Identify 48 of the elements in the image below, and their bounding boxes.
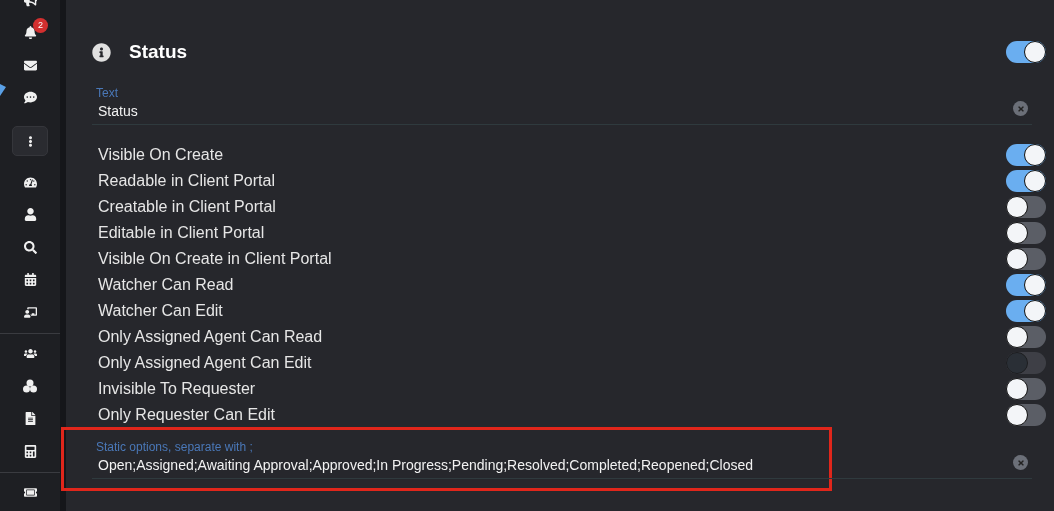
calculator-icon[interactable] (23, 444, 37, 458)
option-label: Only Assigned Agent Can Read (98, 328, 324, 346)
option-label: Only Requester Can Edit (98, 406, 276, 424)
toggle-switch[interactable] (1006, 196, 1046, 218)
option-label: Invisible To Requester (98, 380, 257, 398)
toggle-switch[interactable] (1006, 144, 1046, 166)
clear-icon[interactable] (1013, 455, 1028, 470)
field-value: Status (98, 103, 139, 119)
field-label: Text (96, 86, 119, 100)
pointer-icon (0, 84, 6, 96)
search-icon[interactable] (23, 240, 37, 254)
clear-icon[interactable] (1013, 101, 1028, 116)
option-label: Creatable in Client Portal (98, 198, 277, 216)
toggle-switch[interactable] (1006, 326, 1046, 348)
toggle-switch[interactable] (1006, 378, 1046, 400)
option-label: Readable in Client Portal (98, 172, 276, 190)
gauge-icon[interactable] (23, 175, 37, 189)
bell-icon[interactable] (23, 26, 37, 40)
circles-icon[interactable] (23, 379, 37, 394)
file-icon[interactable] (23, 412, 37, 426)
text-field[interactable]: Text Status (92, 86, 1032, 125)
notification-badge: 2 (33, 17, 48, 33)
static-options-field[interactable]: Static options, separate with ; Open;Assigned;Awaiting Approval;Approved;In Progress;Pending;Resolved;Completed;Reopened;Closed (92, 440, 1032, 479)
toggle-switch[interactable] (1006, 300, 1046, 322)
option-label: Watcher Can Read (98, 276, 235, 294)
ticket-icon[interactable] (23, 486, 37, 500)
section-title: Status (129, 41, 189, 63)
toggle-switch[interactable] (1006, 274, 1046, 296)
toggle-switch[interactable] (1006, 170, 1046, 192)
users-icon[interactable] (23, 347, 37, 361)
toggle-switch[interactable] (1006, 404, 1046, 426)
option-label: Watcher Can Edit (98, 302, 224, 320)
teacher-icon[interactable] (23, 305, 37, 319)
info-icon (92, 42, 111, 62)
toggle-switch[interactable] (1006, 41, 1046, 63)
option-label: Visible On Create in Client Portal (98, 250, 333, 268)
envelope-icon[interactable] (23, 58, 37, 72)
more-button[interactable] (12, 126, 48, 156)
option-label: Visible On Create (98, 146, 225, 164)
option-label: Editable in Client Portal (98, 224, 266, 242)
field-value: Open;Assigned;Awaiting Approval;Approved;In Progress;Pending;Resolved;Completed;Reopened;Closed (98, 457, 755, 473)
toggle-switch[interactable] (1006, 248, 1046, 270)
toggle-switch[interactable] (1006, 222, 1046, 244)
option-label: Only Assigned Agent Can Edit (98, 354, 313, 372)
user-icon[interactable] (23, 208, 37, 222)
field-label: Static options, separate with ; (96, 440, 254, 454)
comment-icon[interactable] (23, 91, 37, 105)
calendar-icon[interactable] (23, 273, 37, 287)
